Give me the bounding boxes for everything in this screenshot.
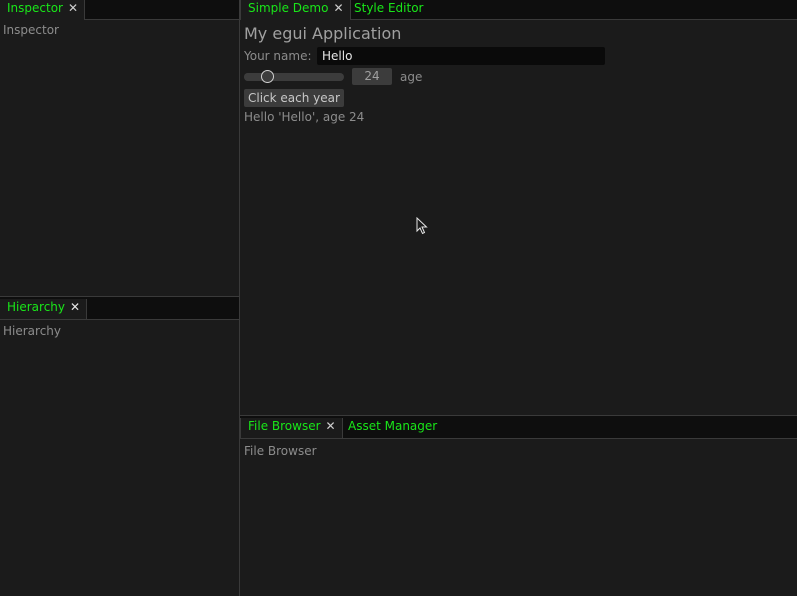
simple-demo-panel: Simple Demo ✕ Style Editor My egui Applic… <box>240 0 797 415</box>
hierarchy-body-text: Hierarchy <box>3 324 62 338</box>
file-browser-panel: File Browser ✕ Asset Manager File Browser <box>240 416 797 596</box>
age-value-field[interactable]: 24 <box>352 68 392 85</box>
greeting-text: Hello 'Hello', age 24 <box>244 110 365 124</box>
click-each-year-button[interactable]: Click each year <box>244 89 344 107</box>
tab-inspector[interactable]: Inspector ✕ <box>0 0 86 20</box>
tab-hierarchy-label: Hierarchy <box>7 300 66 314</box>
close-icon[interactable]: ✕ <box>68 0 78 16</box>
tab-asset-manager[interactable]: Asset Manager <box>341 418 437 438</box>
cursor-icon <box>416 217 428 235</box>
inspector-tab-bar: Inspector ✕ <box>0 0 239 20</box>
tab-file-browser[interactable]: File Browser ✕ <box>240 418 343 438</box>
age-slider-handle[interactable] <box>261 70 274 83</box>
tab-asset-manager-label: Asset Manager <box>348 419 438 433</box>
name-input[interactable] <box>317 47 605 65</box>
tab-style-editor[interactable]: Style Editor <box>347 0 423 20</box>
file-browser-body-text: File Browser <box>244 444 317 458</box>
inspector-panel: Inspector ✕ Inspector <box>0 0 239 296</box>
tab-simple-demo[interactable]: Simple Demo ✕ <box>240 0 351 20</box>
age-slider[interactable] <box>244 70 344 83</box>
inspector-body-text: Inspector <box>3 23 59 37</box>
close-icon[interactable]: ✕ <box>326 418 336 434</box>
hierarchy-tab-bar: Hierarchy ✕ <box>0 297 239 320</box>
close-icon[interactable]: ✕ <box>333 0 343 16</box>
tab-hierarchy[interactable]: Hierarchy ✕ <box>0 299 88 319</box>
tab-file-browser-label: File Browser <box>248 419 321 433</box>
tab-simple-demo-label: Simple Demo <box>248 1 329 15</box>
bottom-tab-bar: File Browser ✕ Asset Manager <box>240 416 797 439</box>
page-title: My egui Application <box>244 24 402 43</box>
close-icon[interactable]: ✕ <box>70 299 80 315</box>
center-tab-bar: Simple Demo ✕ Style Editor <box>240 0 797 20</box>
tab-style-editor-label: Style Editor <box>354 1 424 15</box>
hierarchy-panel: Hierarchy ✕ Hierarchy <box>0 297 239 596</box>
age-label: age <box>400 70 423 84</box>
tab-inspector-label: Inspector <box>7 1 63 15</box>
name-label: Your name: <box>244 49 312 63</box>
